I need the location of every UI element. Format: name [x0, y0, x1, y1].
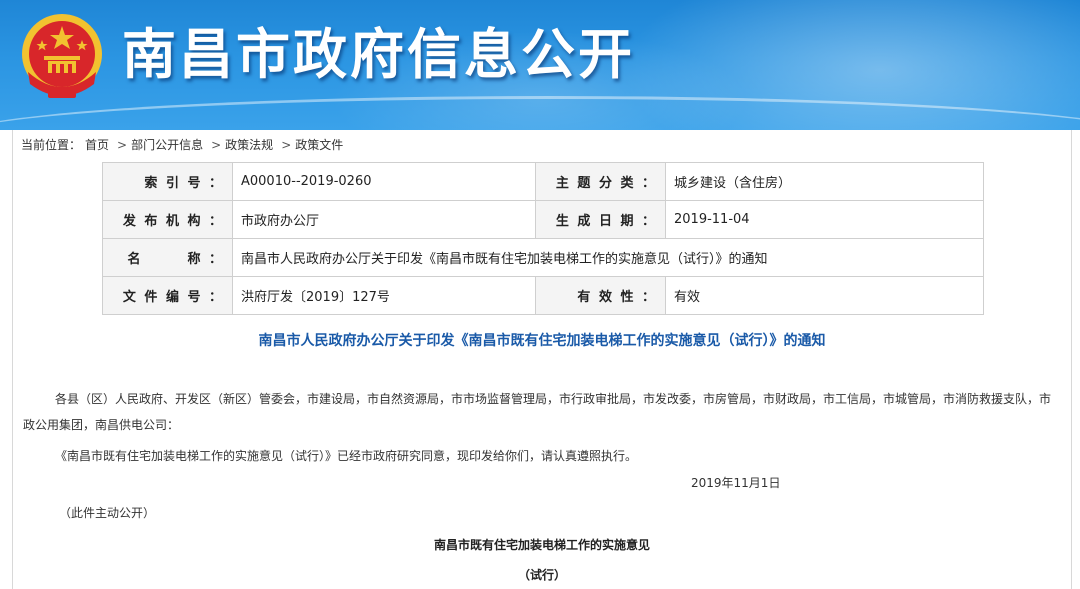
- docno-label: 文 件 编 号 ：: [102, 276, 233, 315]
- date-label: 生 成 日 期 ：: [535, 200, 666, 239]
- name-value: 南昌市人民政府办公厅关于印发《南昌市既有住宅加装电梯工作的实施意见（试行）》的通…: [232, 238, 984, 277]
- breadcrumb-separator: >: [211, 138, 222, 152]
- public-notice: （此件主动公开）: [59, 506, 156, 520]
- publisher-value: 市政府办公厅: [232, 200, 536, 239]
- breadcrumb-item-policy[interactable]: 政策法规: [225, 138, 273, 152]
- breadcrumb: 当前位置： 首页 > 部门公开信息 > 政策法规 > 政策文件: [21, 136, 347, 153]
- breadcrumb-separator: >: [117, 138, 128, 152]
- breadcrumb-separator: >: [281, 138, 292, 152]
- main-content: 当前位置： 首页 > 部门公开信息 > 政策法规 > 政策文件 索 引 号 ： A00010-…: [12, 130, 1072, 589]
- site-header: 南昌市政府信息公开: [0, 0, 1080, 130]
- document-meta-table: 索 引 号 ： A00010--2019-0260 主 题 分 类 ： 城乡建设…: [102, 162, 984, 315]
- breadcrumb-label: 当前位置：: [21, 138, 82, 152]
- breadcrumb-item-home[interactable]: 首页: [85, 138, 109, 152]
- national-emblem-icon[interactable]: [18, 10, 106, 102]
- publisher-label: 发 布 机 构 ：: [102, 200, 233, 239]
- addressees-paragraph: 各县（区）人民政府、开发区（新区）管委会，市建设局，市自然资源局，市市场监督管理…: [23, 392, 1052, 432]
- table-row: 文 件 编 号 ： 洪府厅发〔2019〕127号 有 效 性 ： 有效: [102, 276, 984, 315]
- name-label: 名 称 ：: [102, 238, 233, 277]
- site-title: 南昌市政府信息公开: [122, 23, 635, 86]
- category-label: 主 题 分 类 ：: [535, 162, 666, 201]
- attachment-title: 南昌市既有住宅加装电梯工作的实施意见: [433, 538, 650, 552]
- index-value: A00010--2019-0260: [232, 162, 536, 201]
- table-row: 索 引 号 ： A00010--2019-0260 主 题 分 类 ： 城乡建设…: [102, 162, 984, 201]
- body-paragraph: 《南昌市既有住宅加装电梯工作的实施意见（试行）》已经市政府研究同意，现印发给你们…: [55, 449, 638, 463]
- document-date: 2019年11月1日: [691, 476, 781, 490]
- breadcrumb-item-department[interactable]: 部门公开信息: [131, 138, 203, 152]
- table-row: 名 称 ： 南昌市人民政府办公厅关于印发《南昌市既有住宅加装电梯工作的实施意见（…: [102, 238, 984, 277]
- breadcrumb-item-policy-docs[interactable]: 政策文件: [295, 138, 343, 152]
- validity-value: 有效: [665, 276, 984, 315]
- attachment-subtitle: （试行）: [517, 568, 566, 582]
- document-title: 南昌市人民政府办公厅关于印发《南昌市既有住宅加装电梯工作的实施意见（试行）》的通…: [258, 333, 826, 349]
- table-row: 发 布 机 构 ： 市政府办公厅 生 成 日 期 ： 2019-11-04: [102, 200, 984, 239]
- validity-label: 有 效 性 ：: [535, 276, 666, 315]
- index-label: 索 引 号 ：: [102, 162, 233, 201]
- category-value: 城乡建设（含住房）: [665, 162, 984, 201]
- date-value: 2019-11-04: [665, 200, 984, 239]
- docno-value: 洪府厅发〔2019〕127号: [232, 276, 536, 315]
